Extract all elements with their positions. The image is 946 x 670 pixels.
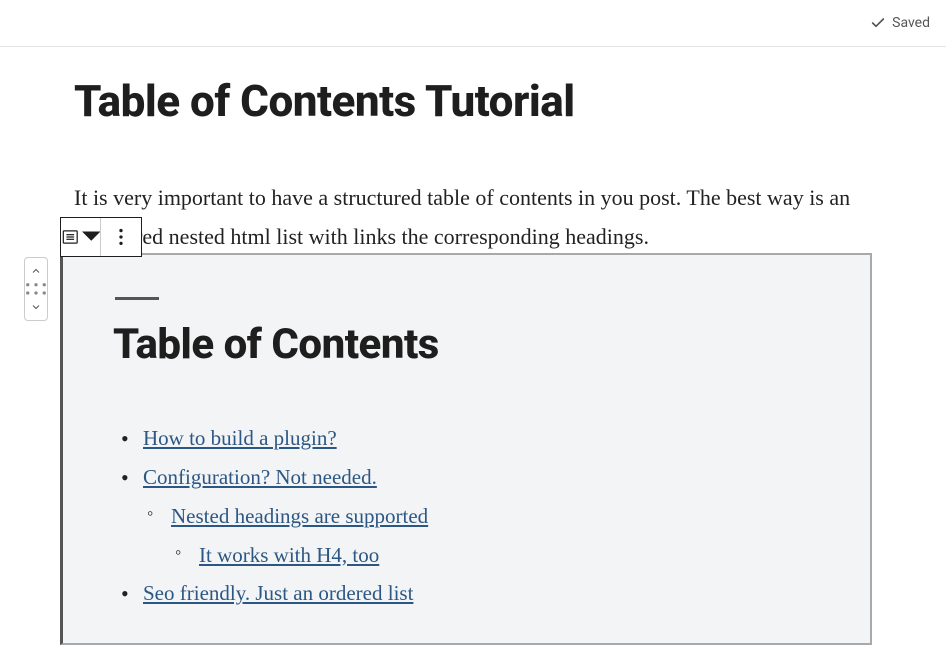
toc-link[interactable]: Nested headings are supported [171, 504, 428, 528]
block-mover [24, 257, 48, 321]
toc-link[interactable]: Seo friendly. Just an ordered list [143, 581, 413, 605]
toc-link[interactable]: It works with H4, too [199, 543, 379, 567]
toc-heading: Table of Contents [113, 320, 820, 369]
page-title[interactable]: Table of Contents Tutorial [74, 75, 872, 127]
list-item: Seo friendly. Just an ordered list [119, 574, 820, 613]
list-item: It works with H4, too [171, 536, 820, 575]
list-item: How to build a plugin? [119, 419, 820, 458]
drag-icon [25, 282, 47, 296]
check-icon [870, 15, 886, 31]
list-block-icon [61, 226, 80, 248]
toc-link[interactable]: Configuration? Not needed. [143, 465, 377, 489]
saved-indicator: Saved [870, 15, 930, 31]
caret-down-icon [82, 226, 101, 248]
chevron-down-icon [30, 301, 42, 313]
saved-label: Saved [892, 15, 930, 31]
list-item: Configuration? Not needed. Nested headin… [119, 458, 820, 575]
toc-divider [115, 297, 159, 300]
block-type-button[interactable] [61, 218, 101, 256]
editor-top-bar: Saved [0, 0, 946, 47]
toc-block[interactable]: Table of Contents How to build a plugin?… [60, 253, 872, 645]
block-more-button[interactable] [101, 218, 141, 256]
list-item: Nested headings are supported It works w… [143, 497, 820, 575]
editor-content: Table of Contents Tutorial It is very im… [0, 47, 946, 645]
drag-handle[interactable] [25, 281, 47, 297]
toc-link[interactable]: How to build a plugin? [143, 426, 337, 450]
block-toolbar [60, 217, 142, 257]
move-down-button[interactable] [25, 297, 47, 317]
move-up-button[interactable] [25, 261, 47, 281]
intro-paragraph[interactable]: It is very important to have a structure… [74, 179, 872, 256]
chevron-up-icon [30, 265, 42, 277]
more-vertical-icon [110, 226, 132, 248]
toc-list: How to build a plugin? Configuration? No… [113, 419, 820, 613]
toc-block-wrapper: Table of Contents How to build a plugin?… [74, 253, 872, 645]
